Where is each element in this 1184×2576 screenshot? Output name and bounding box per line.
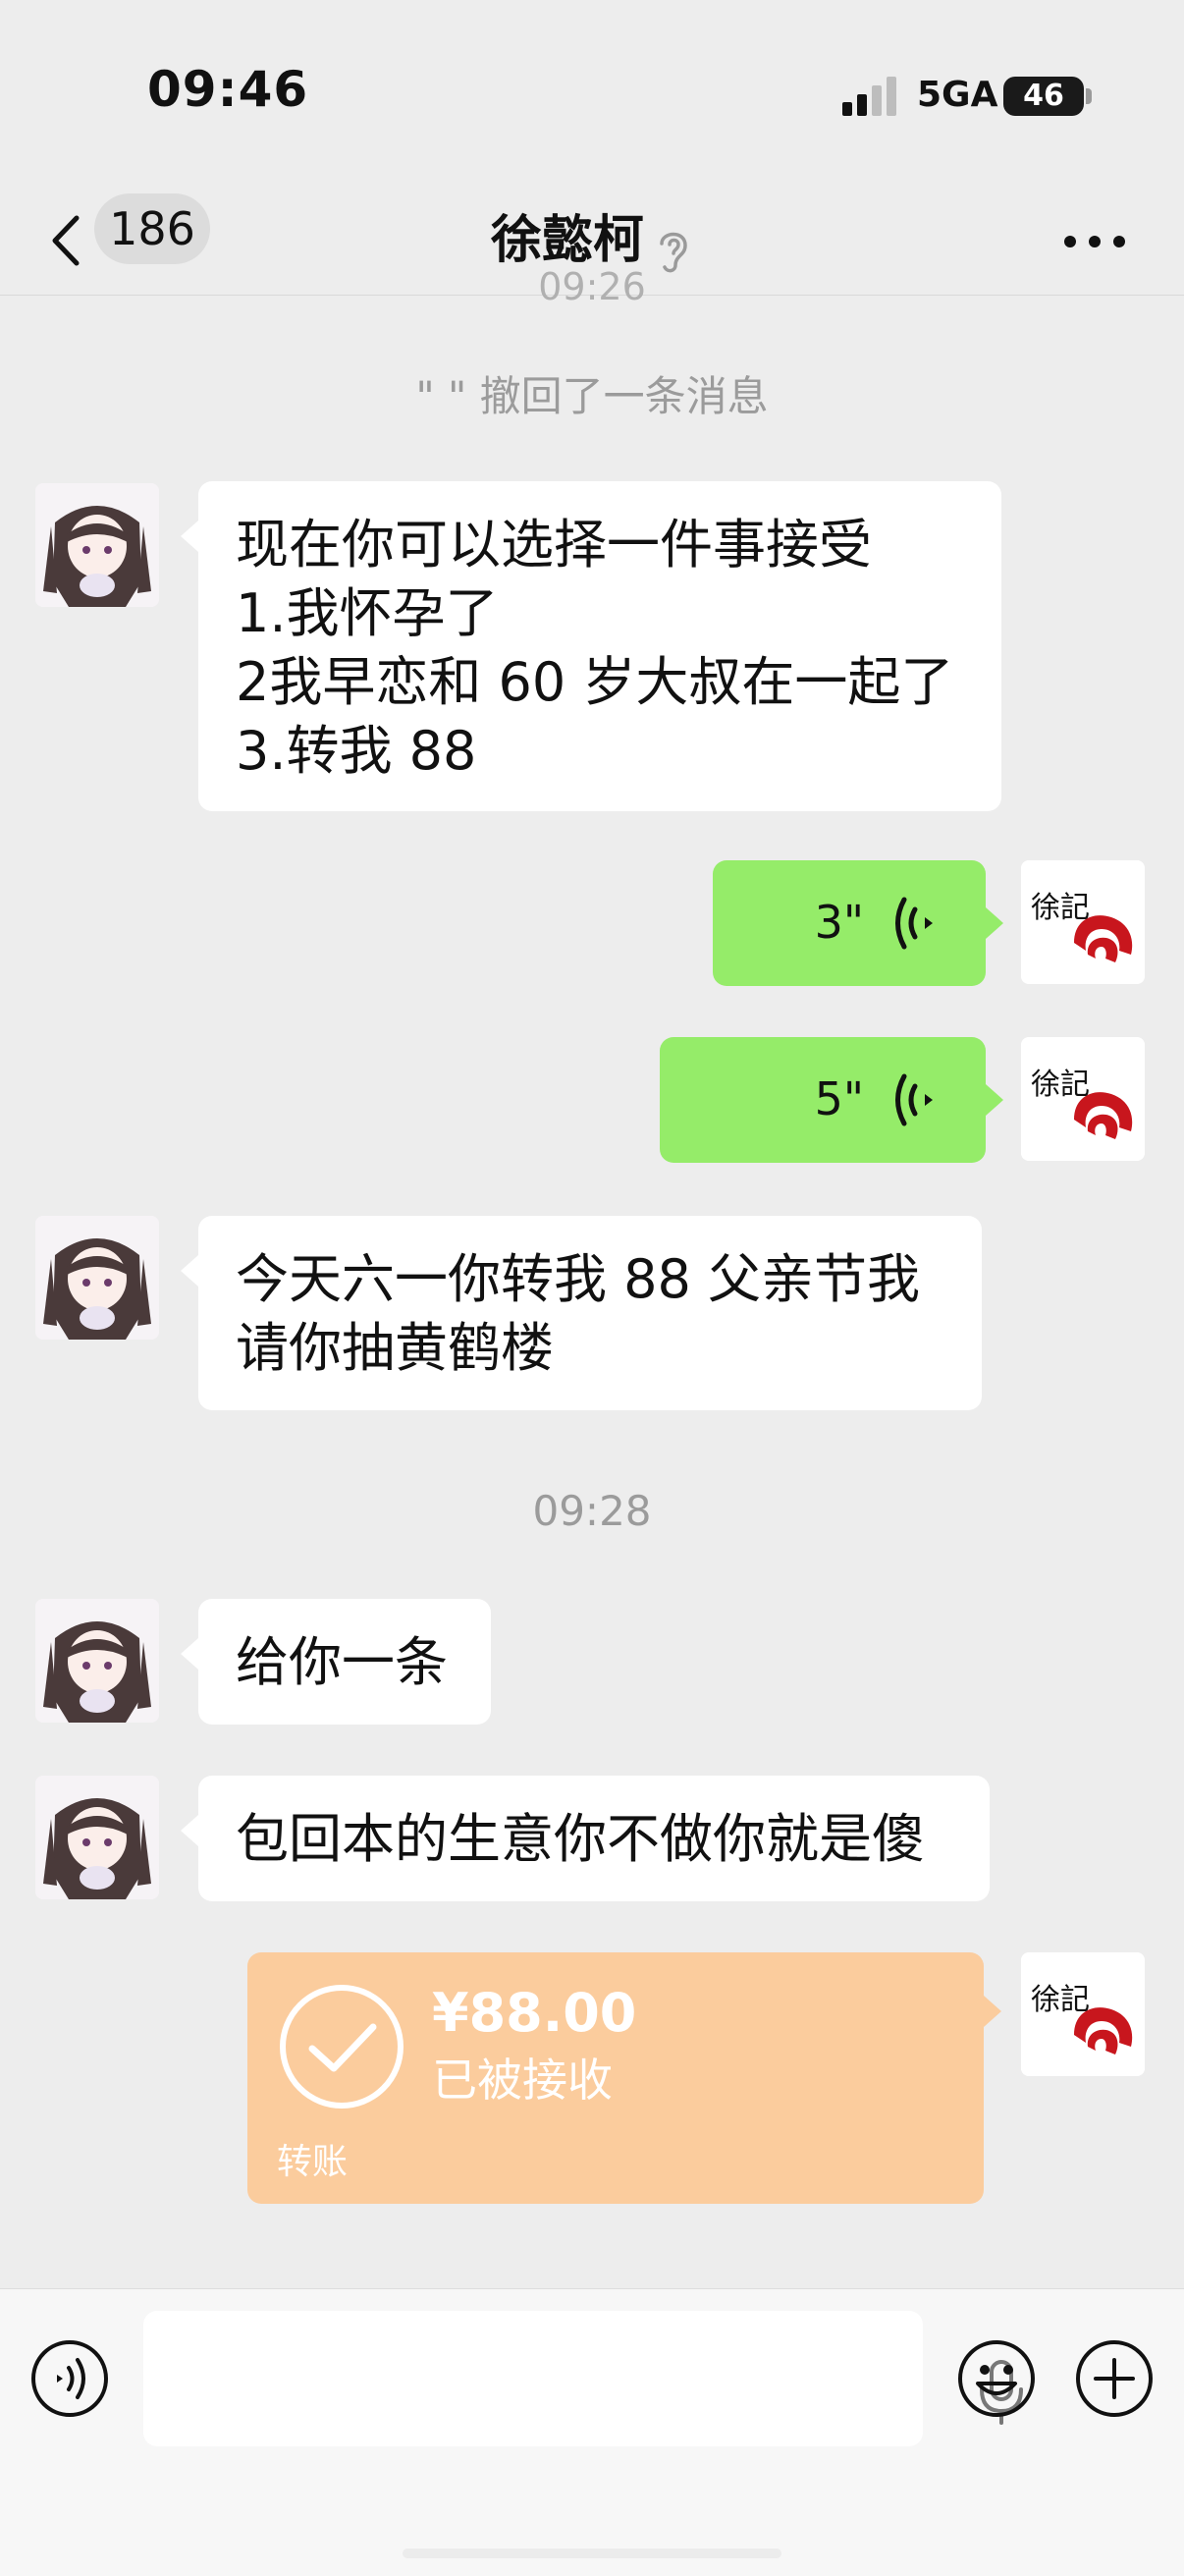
status-bar: 09:46 5GA 46 [0, 0, 1184, 187]
message-input[interactable] [143, 2311, 1023, 2446]
self-logo-text: 徐記 [1031, 891, 1090, 925]
unread-count-badge[interactable]: 186 [94, 193, 210, 264]
battery-tip [1086, 88, 1092, 104]
contact-avatar[interactable] [35, 1599, 159, 1723]
message-text: 给你一条 [236, 1631, 448, 1693]
home-indicator [403, 2549, 781, 2558]
transfer-amount: ¥88.00 [432, 1982, 637, 2044]
message-text: 包回本的生意你不做你就是傻 [236, 1808, 925, 1870]
transfer-status: 已被接收 [432, 2054, 613, 2107]
message-input-bar [0, 2288, 1184, 2576]
network-type: 5GA [917, 75, 998, 115]
battery-icon: 46 [1003, 77, 1084, 116]
transfer-label: 转账 [277, 2142, 349, 2182]
voice-message-bubble[interactable]: 3" [713, 860, 1003, 986]
voice-message-bubble[interactable]: 5" [660, 1037, 1003, 1163]
message-line: 3.转我 88 [236, 720, 477, 782]
message-line: 2我早恋和 60 岁大叔在一起了 [236, 651, 954, 713]
add-plus-icon[interactable] [1074, 2338, 1155, 2419]
recall-notice: " " 撤回了一条消息 [415, 372, 769, 420]
message-line: 1.我怀孕了 [236, 582, 499, 644]
message-line: 今天六一你转我 88 父亲节我 [236, 1248, 921, 1310]
self-avatar[interactable]: 徐記 [1021, 1952, 1145, 2076]
voice-wave-icon [895, 1073, 933, 1126]
chat-title: 徐懿柯 [490, 211, 644, 270]
message-line: 请你抽黄鹤楼 [236, 1317, 554, 1379]
self-logo-text: 徐記 [1031, 1068, 1090, 1102]
contact-avatar[interactable] [35, 483, 159, 607]
incoming-message-bubble[interactable]: 给你一条 [181, 1599, 491, 1725]
self-avatar[interactable]: 徐記 [1021, 1037, 1145, 1161]
self-avatar[interactable]: 徐記 [1021, 860, 1145, 984]
message-line: 现在你可以选择一件事接受 [236, 514, 872, 575]
emoji-icon[interactable] [956, 2338, 1037, 2419]
voice-duration: 5" [814, 1072, 864, 1125]
cellular-signal-icon [842, 77, 896, 116]
voice-duration: 3" [814, 896, 864, 949]
contact-avatar[interactable] [35, 1776, 159, 1899]
contact-avatar[interactable] [35, 1216, 159, 1340]
status-time: 09:46 [147, 61, 309, 118]
check-circle-icon [280, 1985, 404, 2109]
partial-timestamp: 09:26 [538, 265, 646, 308]
incoming-message-bubble[interactable]: 包回本的生意你不做你就是傻 [181, 1776, 990, 1901]
self-logo-text: 徐記 [1031, 1983, 1090, 2017]
incoming-message-bubble[interactable]: 今天六一你转我 88 父亲节我 请你抽黄鹤楼 [181, 1216, 982, 1410]
voice-mode-icon[interactable] [29, 2338, 110, 2419]
voice-wave-icon [895, 897, 933, 950]
transfer-card[interactable]: ¥88.00 已被接收 转账 [247, 1952, 1001, 2204]
incoming-message-bubble[interactable]: 现在你可以选择一件事接受 1.我怀孕了 2我早恋和 60 岁大叔在一起了 3.转… [181, 481, 1001, 811]
message-timestamp: 09:28 [532, 1487, 652, 1535]
more-options-icon[interactable] [1062, 222, 1127, 261]
